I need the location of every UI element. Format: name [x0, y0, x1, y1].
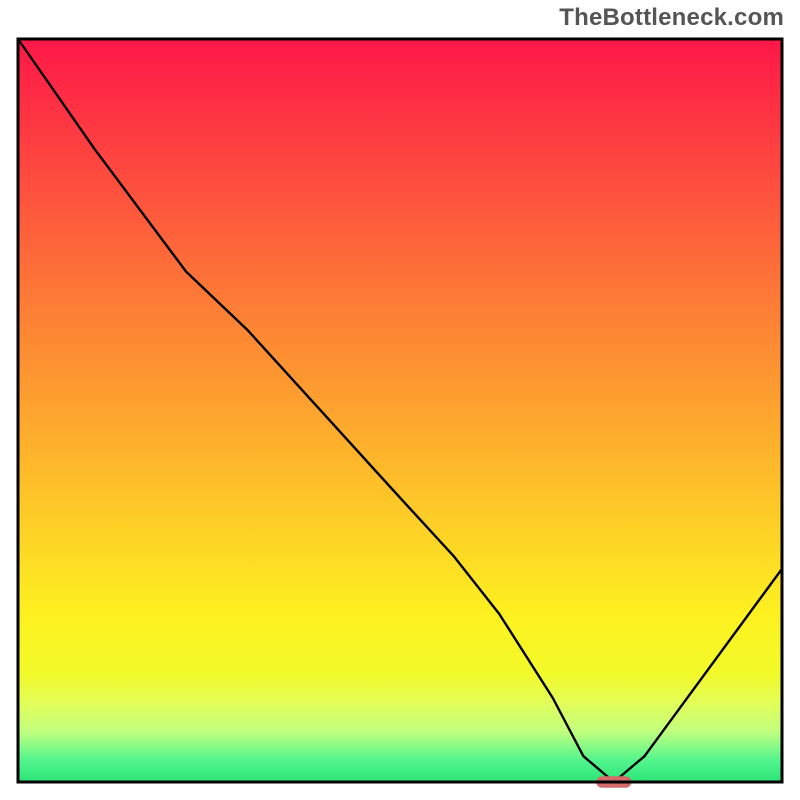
bottleneck-chart	[0, 0, 800, 800]
gradient-background	[18, 39, 782, 782]
